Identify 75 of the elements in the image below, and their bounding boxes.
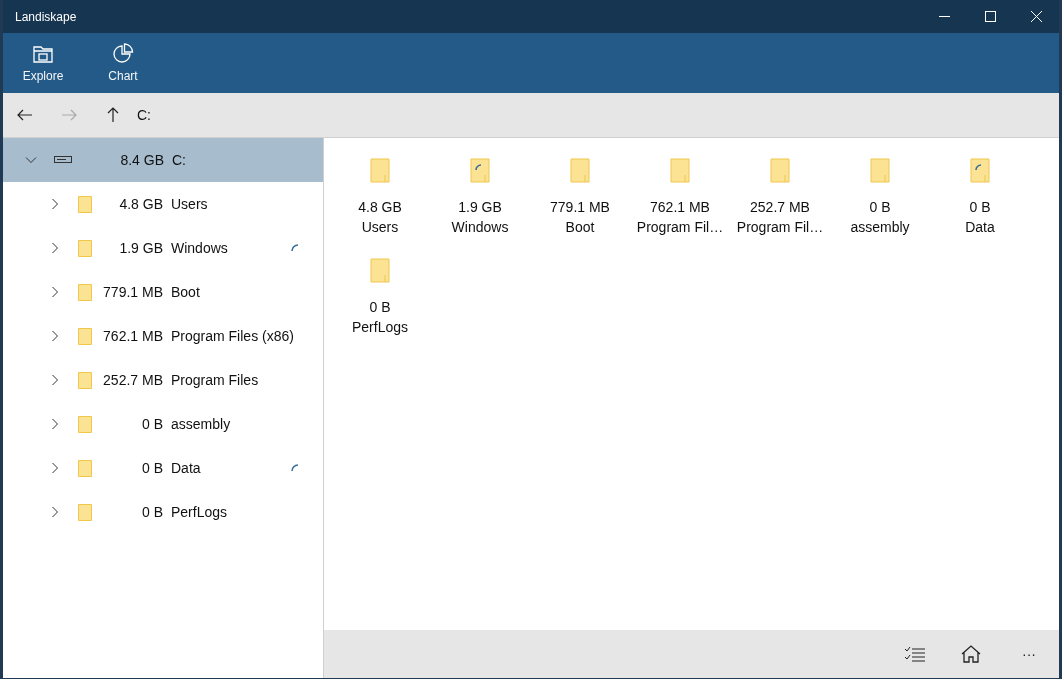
folder-size: 8.4 GB [119, 152, 164, 168]
tree-item[interactable]: 4.8 GB Users [3, 182, 323, 226]
chevron-down-icon[interactable] [25, 154, 37, 166]
folder-icon [78, 371, 92, 389]
folder-size: 0 B [141, 460, 163, 476]
folder-size: 0 B [141, 416, 163, 432]
up-arrow-icon [107, 107, 119, 123]
folder-name: assembly [171, 416, 231, 432]
home-icon [961, 645, 981, 663]
folder-icon [32, 43, 54, 65]
folder-name: Windows [171, 240, 228, 256]
tree-item[interactable]: 1.9 GB Windows [3, 226, 323, 270]
folder-size: 762.1 MB [102, 328, 163, 344]
chevron-right-icon[interactable] [49, 330, 61, 342]
folder-icon [78, 503, 92, 521]
folder-name: Data [171, 460, 201, 476]
tree-item[interactable]: 762.1 MB Program Files (x86) [3, 314, 323, 358]
folder-icon [78, 195, 92, 213]
ribbon-button[interactable]: Chart [83, 33, 163, 93]
chevron-right-icon[interactable] [49, 286, 61, 298]
chevron-right-icon[interactable] [49, 418, 61, 430]
folder-icon [370, 158, 390, 183]
folder-icon [370, 258, 390, 283]
checklist-icon [904, 646, 926, 662]
tree-item[interactable]: 0 B PerfLogs [3, 490, 323, 534]
folder-name: C: [172, 152, 186, 168]
folder-name: Boot [171, 284, 200, 300]
folder-icon [78, 459, 92, 477]
folder-size: 0 B [141, 504, 163, 520]
folder-tile[interactable]: 0 B Data [930, 158, 1030, 250]
close-icon [1030, 11, 1042, 22]
maximize-icon [984, 11, 996, 22]
folder-tile[interactable]: 1.9 GB Windows [430, 158, 530, 250]
drive-icon [54, 155, 72, 165]
tree-item[interactable]: 0 B Data [3, 446, 323, 490]
folder-tile[interactable]: 779.1 MB Boot [530, 158, 630, 250]
current-path: C: [137, 107, 151, 123]
folder-tile[interactable]: 0 B PerfLogs [330, 258, 430, 350]
chevron-right-icon[interactable] [49, 506, 61, 518]
folder-icon [78, 415, 92, 433]
folder-icon [78, 327, 92, 345]
chevron-right-icon[interactable] [49, 462, 61, 474]
tree-item[interactable]: 779.1 MB Boot [3, 270, 323, 314]
pie-chart-icon [112, 43, 134, 65]
folder-icon [78, 283, 92, 301]
folder-icon [870, 158, 890, 183]
tree-item[interactable]: 8.4 GB C: [3, 138, 323, 182]
folder-name: PerfLogs [171, 504, 228, 520]
folder-size: 252.7 MB [102, 372, 163, 388]
folder-name: Users [171, 196, 208, 212]
folder-icon [78, 239, 92, 257]
folder-size: 779.1 MB [102, 284, 163, 300]
chevron-right-icon[interactable] [49, 242, 61, 254]
folder-icon [570, 158, 590, 183]
folder-tile[interactable]: 762.1 MB Program Fil… [630, 158, 730, 250]
folder-size: 1.9 GB [118, 240, 163, 256]
folder-icon [470, 158, 490, 183]
folder-icon [970, 158, 990, 183]
window-title: Landiskape [14, 9, 78, 24]
folder-size: 4.8 GB [118, 196, 163, 212]
more-button[interactable]: ··· [999, 630, 1059, 678]
ribbon-button[interactable]: Explore [3, 33, 83, 93]
folder-tile[interactable]: 4.8 GB Users [330, 158, 430, 250]
forward-arrow-icon [61, 109, 77, 121]
folder-name: Program Files [171, 372, 259, 388]
folder-tile[interactable]: 0 B assembly [830, 158, 930, 250]
chevron-right-icon[interactable] [49, 198, 61, 210]
chevron-right-icon[interactable] [49, 374, 61, 386]
folder-icon [770, 158, 790, 183]
back-arrow-icon [17, 109, 33, 121]
folder-name: Program Files (x86) [171, 328, 294, 344]
tree-item[interactable]: 0 B assembly [3, 402, 323, 446]
folder-tile[interactable]: 252.7 MB Program Fil… [730, 158, 830, 250]
folder-icon [670, 158, 690, 183]
tree-item[interactable]: 252.7 MB Program Files [3, 358, 323, 402]
